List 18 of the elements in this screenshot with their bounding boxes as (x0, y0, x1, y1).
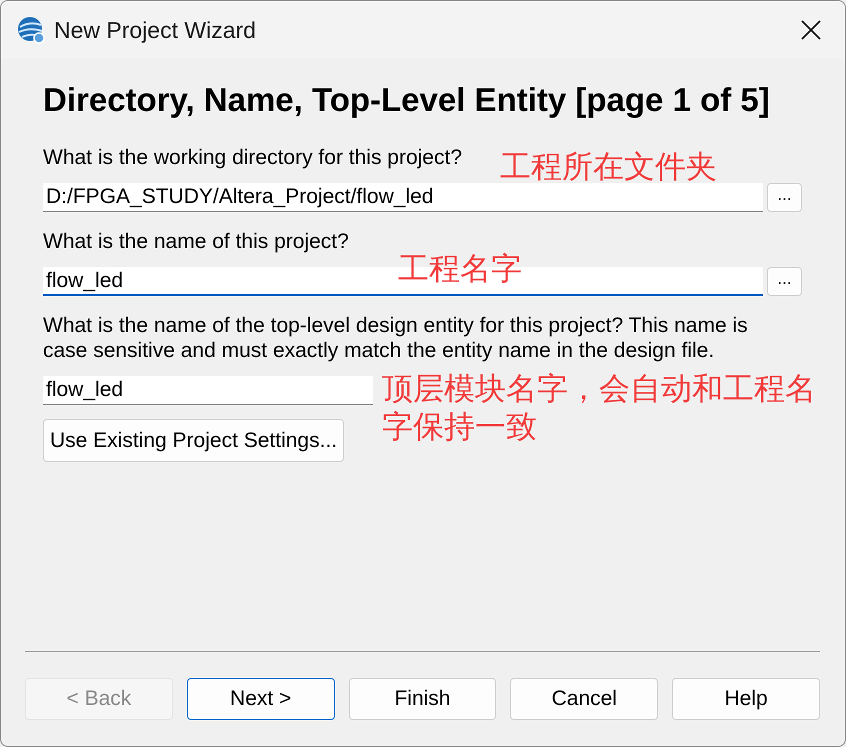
close-icon (800, 19, 822, 41)
footer-button[interactable]: Help (672, 678, 820, 720)
annotation-text: 顶层模块名字，会自动和工程名字保持一致 (382, 370, 817, 446)
footer-button[interactable]: Finish (348, 678, 496, 720)
browse-button[interactable]: ... (767, 183, 802, 212)
text-field[interactable]: D:/FPGA_STUDY/Altera_Project/flow_led (43, 183, 763, 212)
settings-button[interactable]: Use Existing Project Settings... (43, 419, 344, 462)
field-label: What is the name of the top-level design entity for this project? This name is case sensitive and must exactly match the entity name in the design file. (43, 313, 749, 363)
page-heading: Directory, Name, Top-Level Entity [page 1 of 5] (43, 81, 770, 119)
footer-button[interactable]: Cancel (510, 678, 658, 720)
browse-button[interactable]: ... (767, 267, 802, 296)
window-title: New Project Wizard (54, 16, 257, 44)
globe-icon (16, 15, 46, 45)
field-label: What is the working directory for this project? (43, 145, 462, 170)
footer-button[interactable]: Next > (186, 678, 335, 720)
text-field[interactable]: flow_led (43, 376, 373, 405)
field-label: What is the name of this project? (43, 229, 349, 254)
annotation-text: 工程所在文件夹 (500, 148, 717, 186)
